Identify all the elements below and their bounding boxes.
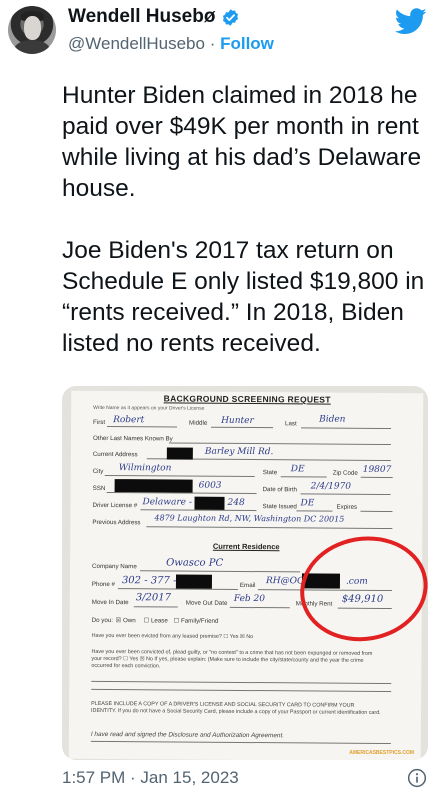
info-icon[interactable] — [407, 768, 427, 788]
redaction-license — [194, 496, 225, 510]
option-family: ☐ Family/Friend — [173, 617, 219, 625]
redaction-phone — [175, 574, 213, 589]
option-own-label: Own — [122, 617, 136, 625]
hw-state-issued: DE — [300, 498, 315, 509]
line-state-issued — [296, 510, 333, 512]
label-phone: Phone # — [91, 580, 116, 589]
label-license: Driver License # — [92, 501, 138, 510]
hw-license-tail: 248 — [227, 497, 245, 508]
line-last — [301, 427, 392, 430]
hw-previous-address: 4879 Laughton Rd, NW, Washington DC 2001… — [154, 513, 345, 524]
hw-middle: Hunter — [221, 415, 254, 427]
follow-button[interactable]: Follow — [220, 34, 274, 53]
line-first — [107, 426, 178, 428]
option-lease-label: Lease — [150, 617, 168, 625]
tweet-text: Hunter Biden claimed in 2018 he paid ove… — [62, 80, 432, 359]
identity-notice: PLEASE INCLUDE A COPY OF A DRIVER'S LICE… — [91, 700, 381, 716]
hw-company: Owasco PC — [166, 557, 224, 569]
document-title: BACKGROUND SCREENING REQUEST — [163, 393, 331, 405]
tweet-image[interactable]: BACKGROUND SCREENING REQUEST Write Name … — [62, 386, 428, 760]
option-family-label: Family/Friend — [180, 617, 219, 625]
avatar-body — [14, 40, 50, 54]
line-dob — [300, 493, 391, 496]
line-previous-address — [146, 526, 393, 530]
label-state-issued: State Issued — [262, 503, 297, 511]
author-name-row: Wendell Husebø — [68, 6, 240, 28]
watermark: AMERICASBESTPICS.COM — [349, 750, 414, 756]
twitter-bird-icon[interactable] — [395, 8, 427, 35]
label-dob: Date of Birth — [262, 486, 298, 494]
tweet-paragraph-2: Joe Biden's 2017 tax return on Schedule … — [62, 237, 425, 357]
label-middle: Middle — [189, 419, 208, 427]
redaction-ssn — [114, 479, 193, 493]
hw-last: Biden — [319, 414, 346, 425]
hw-address: Barley Mill Rd. — [204, 446, 274, 458]
option-lease: ☐ Lease — [143, 617, 168, 625]
label-current-address: Current Address — [92, 450, 138, 459]
label-last: Last — [285, 420, 297, 428]
label-company: Company Name — [92, 562, 137, 571]
line-zip — [360, 476, 393, 479]
line-other-names — [168, 442, 391, 446]
line-city — [104, 475, 255, 478]
avatar[interactable] — [8, 6, 56, 54]
label-ssn: SSN — [92, 484, 106, 493]
redaction-address-number — [166, 447, 193, 460]
label-expires: Expires — [336, 503, 358, 511]
screening-document: BACKGROUND SCREENING REQUEST Write Name … — [68, 390, 428, 760]
hw-ssn-tail: 6003 — [198, 480, 222, 491]
hw-email-prefix: RH@OC — [265, 576, 304, 587]
line-explain-2 — [91, 688, 392, 693]
line-signature — [90, 740, 391, 745]
signature-statement: I have read and signed the Disclosure an… — [90, 730, 285, 740]
label-email: Email — [239, 581, 256, 590]
line-expires — [360, 510, 393, 513]
document-instruction: Write Name as it appears on your Driver'… — [93, 404, 205, 412]
separator: · — [204, 34, 221, 53]
hw-license-prefix: Delaware - — [142, 497, 192, 508]
line-explain-1 — [91, 680, 392, 685]
hw-zip: 19807 — [362, 464, 392, 476]
label-move-out: Move Out Date — [185, 599, 228, 607]
author-name[interactable]: Wendell Husebø — [68, 6, 215, 28]
label-state: State — [262, 469, 278, 477]
label-zip: Zip Code — [332, 469, 358, 477]
tweet-paragraph-1: Hunter Biden claimed in 2018 he paid ove… — [62, 82, 422, 202]
hw-city: Wilmington — [118, 463, 172, 474]
line-move-in — [133, 606, 178, 608]
line-middle — [211, 426, 274, 429]
hw-phone: 302 - 377 - — [121, 575, 177, 587]
hw-move-in: 3/2017 — [135, 592, 172, 604]
line-state — [280, 476, 327, 478]
option-own: ☒ Own — [115, 617, 136, 625]
label-first: First — [93, 418, 106, 427]
hw-dob: 2/4/1970 — [310, 481, 352, 492]
handle-row: @WendellHusebo · Follow — [68, 34, 274, 54]
line-move-out — [229, 606, 290, 609]
label-previous-address: Previous Address — [92, 518, 141, 527]
label-do-you: Do you: — [91, 616, 114, 625]
avatar-face — [24, 16, 41, 40]
line-company — [140, 570, 301, 573]
label-city: City — [92, 467, 104, 476]
author-handle[interactable]: @WendellHusebo — [68, 34, 205, 53]
label-move-in: Move In Date — [91, 598, 129, 607]
question-convicted: Have you ever been convicted of, plead g… — [91, 648, 373, 670]
label-other-names: Other Last Names Known By — [92, 434, 173, 443]
hw-move-out: Feb 20 — [233, 593, 266, 605]
tweet-header: Wendell Husebø @WendellHusebo · Follow — [0, 0, 439, 78]
hw-state: DE — [290, 464, 305, 475]
tweet-timestamp[interactable]: 1:57 PM · Jan 15, 2023 — [62, 768, 239, 788]
verified-badge-icon — [223, 8, 239, 26]
hw-first: Robert — [113, 415, 145, 426]
